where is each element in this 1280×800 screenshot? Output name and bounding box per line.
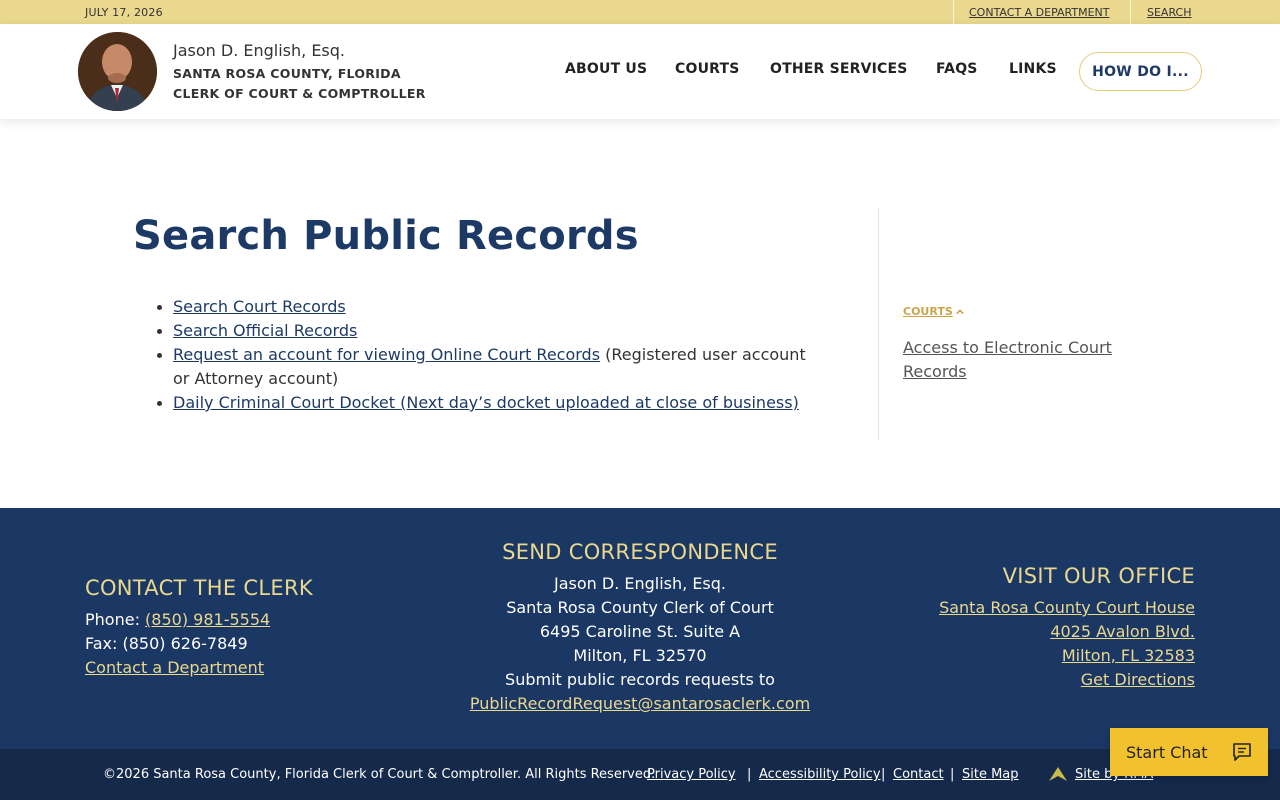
site-map-link[interactable]: Site Map (962, 767, 1019, 782)
utility-divider (1130, 0, 1131, 24)
office-name: CLERK OF COURT & COMPTROLLER (173, 86, 426, 101)
nav-courts[interactable]: COURTS (675, 61, 740, 77)
link-separator: | (881, 767, 886, 782)
get-directions-link[interactable]: Get Directions (1081, 670, 1195, 689)
sidebar-category-courts[interactable]: COURTS (903, 305, 964, 318)
sidebar-category-label: COURTS (903, 305, 953, 318)
phone-label: Phone: (85, 610, 146, 629)
clerk-portrait-icon (78, 32, 157, 111)
site-header: Jason D. English, Esq. SANTA ROSA COUNTY… (0, 24, 1280, 119)
footer-contact-department-link[interactable]: Contact a Department (85, 656, 264, 680)
phone-link[interactable]: (850) 981-5554 (145, 610, 270, 629)
nav-faqs[interactable]: FAQS (936, 61, 978, 77)
correspondence-note: Submit public records requests to (505, 670, 775, 689)
sidebar-link-electronic-records[interactable]: Access to Electronic Court Records (903, 336, 1163, 384)
directions-line: Get Directions (895, 668, 1195, 692)
utility-divider (953, 0, 954, 24)
nav-other-services[interactable]: OTHER SERVICES (770, 61, 908, 77)
chat-bubble-icon (1233, 743, 1251, 761)
correspondence-office: Santa Rosa County Clerk of Court (506, 598, 774, 617)
office-city-link[interactable]: Milton, FL 32583 (1062, 646, 1195, 665)
office-street-line: 4025 Avalon Blvd. (895, 620, 1195, 644)
correspondence-email-line: PublicRecordRequest@santarosaclerk.com (440, 692, 840, 716)
accessibility-policy-link[interactable]: Accessibility Policy (759, 767, 881, 782)
search-court-records-link[interactable]: Search Court Records (173, 297, 346, 316)
correspondence-heading: SEND CORRESPONDENCE (502, 540, 778, 564)
fax-line: Fax: (850) 626-7849 (85, 634, 248, 653)
copyright-text: ©2026 Santa Rosa County, Florida Clerk o… (103, 767, 656, 782)
list-item: Search Court Records (157, 295, 823, 319)
link-separator: | (747, 767, 752, 782)
footer-bottom-bar: ©2026 Santa Rosa County, Florida Clerk o… (0, 749, 1280, 800)
site-footer: CONTACT THE CLERK Phone: (850) 981-5554 … (0, 508, 1280, 749)
correspondence-city: Milton, FL 32570 (573, 646, 707, 665)
request-account-link[interactable]: Request an account for viewing Online Co… (173, 345, 600, 364)
list-item: Daily Criminal Court Docket (Next day’s … (157, 391, 823, 415)
content-divider (878, 208, 879, 440)
contact-clerk-heading: CONTACT THE CLERK (85, 576, 313, 600)
start-chat-button[interactable]: Start Chat (1110, 728, 1268, 776)
visit-office-heading: VISIT OUR OFFICE (1002, 564, 1195, 588)
current-date: JULY 17, 2026 (85, 6, 163, 19)
office-building-line: Santa Rosa County Court House (895, 596, 1195, 620)
chevron-up-icon (955, 308, 964, 314)
rma-logo-icon (1049, 767, 1067, 781)
link-separator: | (950, 767, 955, 782)
contact-link[interactable]: Contact (893, 767, 944, 782)
nav-links[interactable]: LINKS (1009, 61, 1057, 77)
clerk-photo-avatar[interactable] (78, 32, 157, 111)
list-item: Request an account for viewing Online Co… (157, 343, 823, 391)
correspondence-street: 6495 Caroline St. Suite A (539, 622, 741, 641)
utility-bar: JULY 17, 2026 CONTACT A DEPARTMENT SEARC… (0, 0, 1280, 24)
search-link[interactable]: SEARCH (1147, 6, 1192, 19)
court-house-link[interactable]: Santa Rosa County Court House (939, 598, 1195, 617)
phone-line: Phone: (850) 981-5554 (85, 608, 270, 632)
page-title: Search Public Records (133, 213, 639, 259)
criminal-docket-link[interactable]: Daily Criminal Court Docket (Next day’s … (173, 393, 799, 412)
list-item: Search Official Records (157, 319, 823, 343)
privacy-policy-link[interactable]: Privacy Policy (647, 767, 736, 782)
nav-about-us[interactable]: ABOUT US (565, 61, 647, 77)
correspondence-name: Jason D. English, Esq. (554, 574, 726, 593)
records-link-list: Search Court Records Search Official Rec… (157, 295, 823, 415)
county-name: SANTA ROSA COUNTY, FLORIDA (173, 66, 401, 81)
contact-department-link[interactable]: CONTACT A DEPARTMENT (969, 6, 1110, 19)
office-street-link[interactable]: 4025 Avalon Blvd. (1050, 622, 1195, 641)
public-records-email-link[interactable]: PublicRecordRequest@santarosaclerk.com (470, 694, 810, 713)
how-do-i-button[interactable]: HOW DO I... (1079, 52, 1202, 91)
clerk-name: Jason D. English, Esq. (173, 41, 345, 60)
start-chat-label: Start Chat (1126, 742, 1208, 762)
search-official-records-link[interactable]: Search Official Records (173, 321, 357, 340)
office-city-line: Milton, FL 32583 (895, 644, 1195, 668)
